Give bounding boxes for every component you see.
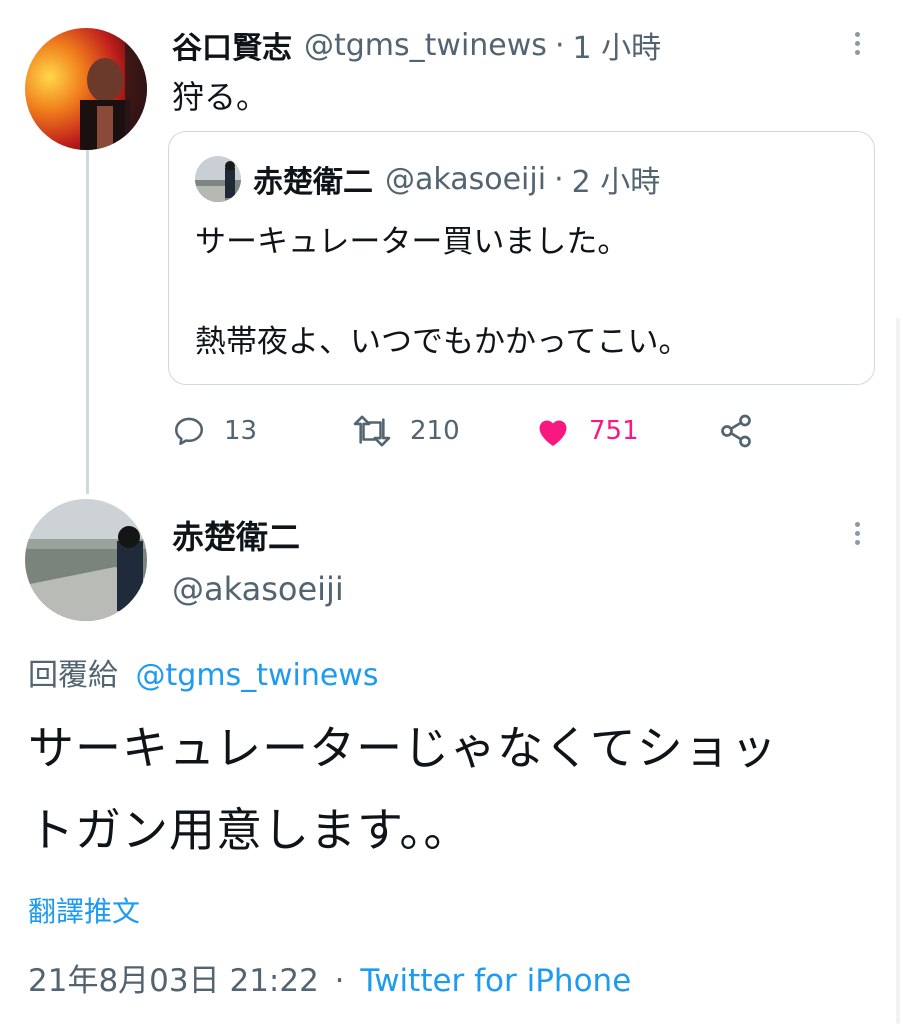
reply-icon: [174, 417, 204, 446]
translate-tweet-link[interactable]: 翻譯推文: [28, 890, 140, 930]
quoted-tweet-text-line2: 熱帯夜よ、いつでもかかってこい。: [195, 324, 690, 360]
parent-tweet-header: 谷口賢志 @tgms_twinews · 1 小時: [172, 22, 661, 68]
quoted-tweet-header: 赤楚衛二 @akasoeiji · 2 小時: [253, 156, 660, 202]
retweet-icon: [353, 415, 391, 447]
share-icon: [721, 414, 751, 448]
parent-tweet-avatar[interactable]: [25, 28, 147, 150]
thread-connector-line: [86, 146, 89, 494]
reply-action[interactable]: 13: [172, 408, 257, 454]
quoted-tweet-card[interactable]: 赤楚衛二 @akasoeiji · 2 小時 サーキュレーター買いました。 熱帯…: [168, 131, 875, 385]
reply-display-name[interactable]: 赤楚衛二: [172, 512, 300, 558]
more-icon[interactable]: [855, 32, 861, 59]
reply-tweet-text-line2: トガン用意します。。: [28, 803, 471, 857]
replying-to-line: 回覆給 @tgms_twinews: [28, 650, 378, 694]
parent-display-name[interactable]: 谷口賢志: [172, 23, 292, 67]
share-action[interactable]: [718, 408, 772, 454]
retweet-action[interactable]: 210: [352, 408, 460, 454]
parent-tweet-text: 狩る。: [172, 78, 269, 116]
like-icon: [539, 420, 567, 446]
replying-to-handle[interactable]: @tgms_twinews: [136, 658, 379, 693]
like-action[interactable]: 751: [535, 408, 639, 454]
reply-tweet-avatar[interactable]: [25, 499, 147, 621]
quoted-tweet-avatar: [195, 156, 241, 202]
scrollbar[interactable]: [896, 318, 900, 1024]
tweet-timestamp[interactable]: 21年8月03日 21:22: [28, 963, 319, 999]
retweet-count: 210: [410, 416, 460, 446]
quoted-tweet-text-line1: サーキュレーター買いました。: [195, 224, 629, 260]
reply-count: 13: [224, 416, 258, 446]
quoted-time: 2 小時: [571, 165, 661, 200]
more-icon[interactable]: [855, 522, 861, 549]
like-count: 751: [589, 416, 639, 446]
reply-handle[interactable]: @akasoeiji: [172, 570, 344, 608]
reply-tweet-text-line1: サーキュレーターじゃなくてショッ: [28, 721, 778, 775]
quoted-display-name: 赤楚衛二: [253, 165, 373, 200]
quoted-separator: ·: [554, 161, 564, 197]
quoted-handle: @akasoeiji: [385, 161, 547, 197]
meta-separator: ·: [334, 963, 345, 999]
tweet-source[interactable]: Twitter for iPhone: [360, 963, 631, 999]
parent-time[interactable]: 1 小時: [572, 23, 661, 67]
parent-handle[interactable]: @tgms_twinews: [304, 28, 547, 63]
replying-to-label: 回覆給: [28, 658, 118, 693]
tweet-meta: 21年8月03日 21:22 · Twitter for iPhone: [28, 955, 631, 1000]
parent-separator: ·: [554, 27, 565, 63]
